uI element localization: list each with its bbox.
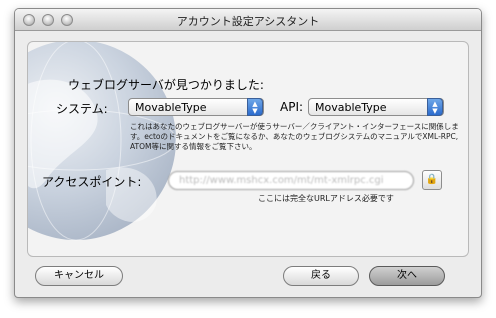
api-description-text: これはあなたのウェブログサーバーが使うサーバー／クライアント・インターフェースに…	[130, 122, 459, 151]
dialog-window: アカウント設定アシスタント ウェブログサーバが見つかりました: システム: Mo…	[14, 8, 482, 298]
access-point-label: アクセスポイント:	[42, 175, 142, 189]
next-button[interactable]: 次へ	[369, 266, 445, 286]
api-select[interactable]: MovableType ▲ ▼	[308, 98, 444, 116]
found-server-heading: ウェブログサーバが見つかりました:	[68, 78, 264, 92]
lock-icon: 🔒	[425, 174, 439, 185]
updown-arrows-icon: ▲ ▼	[247, 98, 263, 116]
content-panel: ウェブログサーバが見つかりました: システム: MovableType ▲ ▼ A…	[27, 41, 469, 257]
system-label: システム:	[56, 102, 108, 116]
api-label: API:	[280, 100, 304, 114]
lock-button[interactable]: 🔒	[422, 170, 442, 190]
api-select-value: MovableType	[315, 101, 387, 114]
system-select[interactable]: MovableType ▲ ▼	[128, 98, 264, 116]
access-point-input[interactable]: http://www.mshcx.com/mt/mt-xmlrpc.cgi	[168, 171, 414, 190]
url-hint-text: ここには完全なURLアドレス必要です	[258, 194, 394, 203]
cancel-button[interactable]: キャンセル	[35, 266, 123, 286]
back-button[interactable]: 戻る	[283, 266, 359, 286]
system-select-value: MovableType	[135, 101, 207, 114]
title-bar[interactable]: アカウント設定アシスタント	[15, 9, 481, 31]
updown-arrows-icon: ▲ ▼	[427, 98, 443, 116]
window-title: アカウント設定アシスタント	[176, 15, 320, 28]
